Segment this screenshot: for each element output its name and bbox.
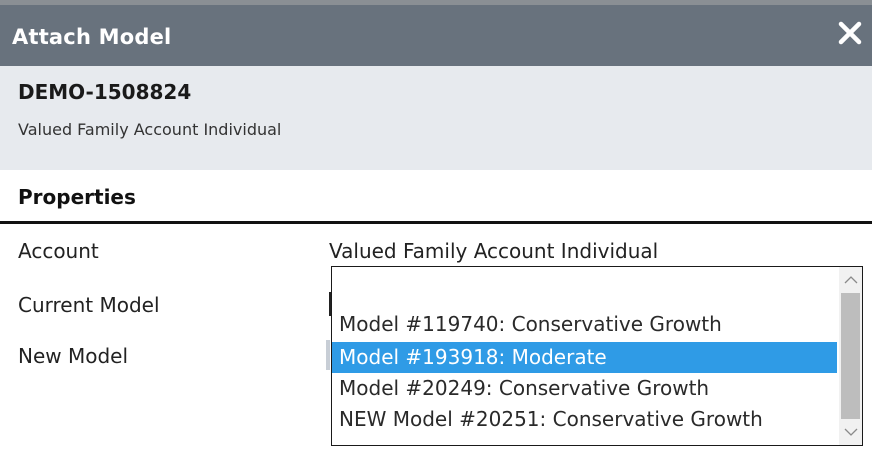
dropdown-option-empty[interactable] bbox=[332, 277, 837, 308]
account-subtitle: Valued Family Account Individual bbox=[18, 120, 282, 139]
scrollbar-thumb[interactable] bbox=[841, 293, 860, 419]
new-model-label: New Model bbox=[18, 344, 129, 368]
dropdown-option[interactable]: Model #119740: Conservative Growth bbox=[332, 309, 837, 340]
account-id: DEMO-1508824 bbox=[18, 80, 192, 104]
dialog-title: Attach Model bbox=[12, 25, 172, 49]
dropdown-option-selected[interactable]: Model #193918: Moderate bbox=[332, 342, 837, 373]
account-header: DEMO-1508824 Valued Family Account Indiv… bbox=[0, 66, 872, 170]
section-divider bbox=[0, 221, 872, 224]
chevron-down-icon[interactable] bbox=[839, 421, 862, 443]
account-value: Valued Family Account Individual bbox=[329, 239, 659, 263]
new-model-select[interactable] bbox=[326, 340, 330, 370]
chevron-up-icon[interactable] bbox=[839, 269, 862, 291]
close-icon[interactable] bbox=[836, 19, 864, 47]
model-dropdown-list[interactable]: Model #119740: Conservative Growth Model… bbox=[331, 266, 863, 446]
dropdown-scrollbar[interactable] bbox=[839, 267, 862, 445]
dialog-titlebar: Attach Model bbox=[0, 5, 872, 66]
dropdown-option[interactable]: Model #20249: Conservative Growth bbox=[332, 373, 837, 404]
properties-heading: Properties bbox=[18, 185, 136, 209]
account-label: Account bbox=[18, 239, 99, 263]
current-model-label: Current Model bbox=[18, 293, 160, 317]
dropdown-option[interactable]: NEW Model #20251: Conservative Growth bbox=[332, 404, 837, 435]
